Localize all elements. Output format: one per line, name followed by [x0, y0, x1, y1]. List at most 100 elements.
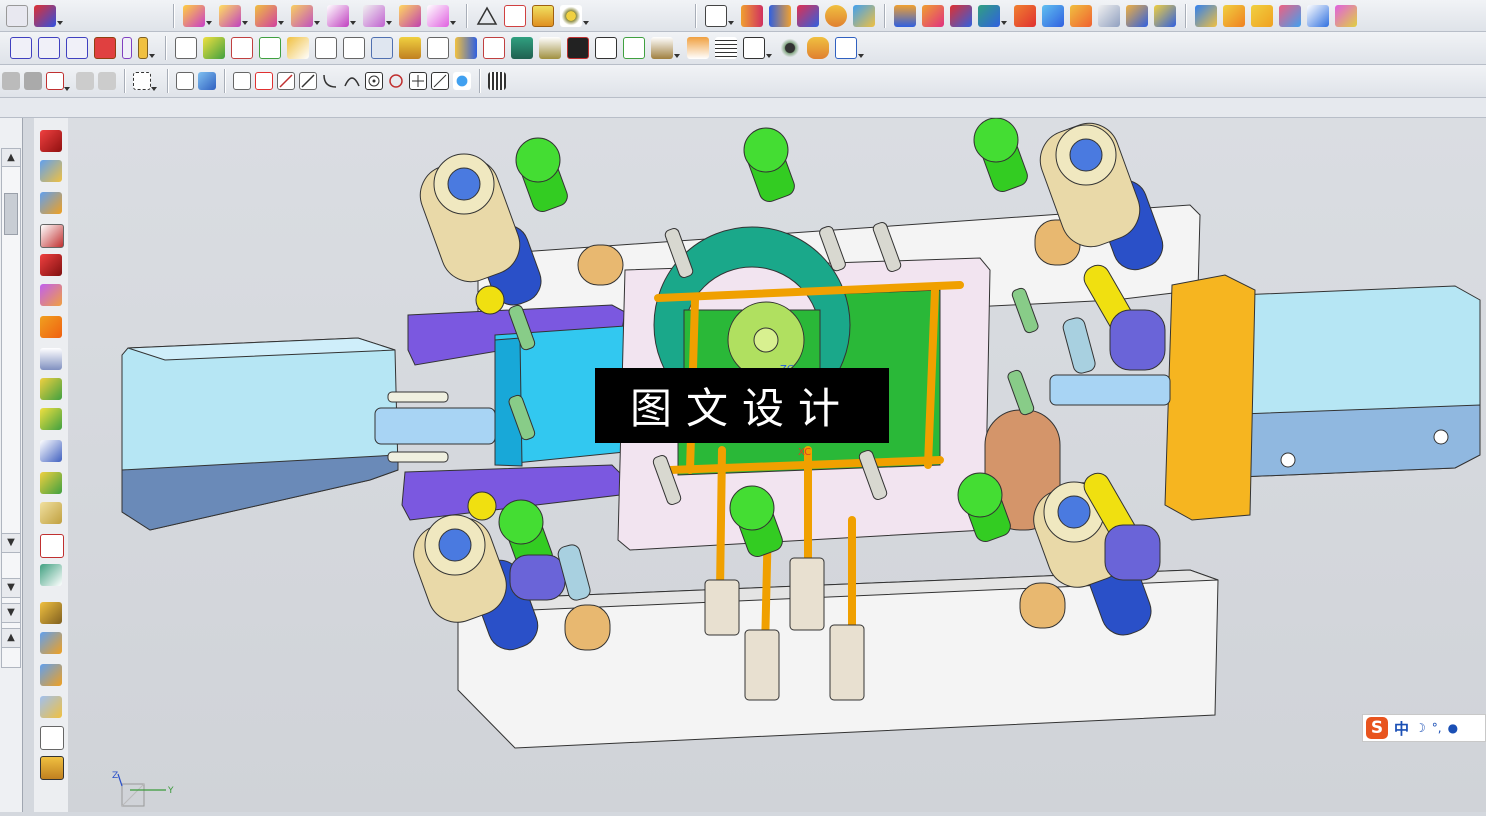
box-select-icon[interactable] [133, 72, 151, 90]
select-icon[interactable] [2, 72, 20, 90]
parts-list-icon[interactable] [175, 37, 197, 59]
dropdown-arrow[interactable] [64, 87, 70, 91]
table-icon[interactable] [504, 4, 526, 27]
view-icon[interactable] [176, 72, 194, 90]
edit-body-icon[interactable] [40, 472, 62, 494]
surface-patch-icon[interactable] [40, 284, 62, 306]
sheet-icon[interactable] [715, 37, 737, 59]
moon-icon[interactable]: ☽ [1415, 721, 1426, 735]
boolean-icon[interactable] [183, 4, 205, 27]
microphone-icon[interactable]: ● [1448, 721, 1458, 735]
triangle-icon[interactable] [476, 5, 498, 27]
bar-icon[interactable] [138, 37, 148, 59]
offset-icon[interactable] [950, 4, 972, 27]
mold-base-icon[interactable] [40, 160, 62, 182]
sketch-icon[interactable] [34, 4, 56, 27]
chamfer-icon[interactable] [399, 4, 421, 27]
layer-icon[interactable] [315, 37, 337, 59]
dropdown-arrow[interactable] [674, 54, 680, 58]
layer-sheet-icon[interactable] [40, 348, 62, 370]
blend-icon[interactable] [922, 4, 944, 27]
spacer-icon[interactable] [122, 37, 132, 59]
box-icon[interactable] [705, 4, 727, 27]
move-icon[interactable] [255, 72, 273, 90]
distribute-icon[interactable] [94, 37, 116, 59]
curve-icon[interactable] [321, 72, 339, 90]
dropdown-arrow[interactable] [206, 21, 212, 25]
body-icon[interactable] [1195, 4, 1217, 27]
align-center-icon[interactable] [38, 37, 60, 59]
material-icon[interactable] [40, 440, 62, 462]
dropdown-arrow[interactable] [57, 21, 63, 25]
cooling-icon[interactable] [40, 192, 62, 214]
sweep-icon[interactable] [853, 4, 875, 27]
trim-body-icon[interactable] [40, 664, 62, 686]
extend-icon[interactable] [1014, 4, 1036, 27]
graphics-viewport[interactable]: ZC XC [68, 118, 1486, 812]
spring-icon[interactable] [40, 408, 62, 430]
revolve-icon[interactable] [255, 4, 277, 27]
window-icon[interactable] [743, 37, 765, 59]
mold-icon[interactable] [1251, 4, 1273, 27]
right-cylinder-rod[interactable] [1049, 374, 1171, 406]
dropdown-arrow[interactable] [386, 21, 392, 25]
collapse-button[interactable]: ▼ [1, 603, 21, 623]
weld-icon[interactable] [483, 37, 505, 59]
pin-icon[interactable] [453, 72, 471, 90]
grid-dots-icon[interactable] [233, 72, 251, 90]
dropdown-arrow[interactable] [858, 54, 864, 58]
shell-icon[interactable] [327, 4, 349, 27]
electrode-icon[interactable] [40, 378, 62, 400]
trim-icon[interactable] [427, 4, 449, 27]
shaded-icon[interactable] [198, 72, 216, 90]
dropdown-arrow[interactable] [278, 21, 284, 25]
person-icon[interactable] [687, 37, 709, 59]
collapse-button[interactable]: ▼ [1, 578, 21, 598]
split-icon[interactable] [1070, 4, 1092, 27]
scroll-thumb[interactable] [4, 193, 18, 235]
measure-icon[interactable] [455, 37, 477, 59]
mirror-icon[interactable] [1042, 4, 1064, 27]
stack-icon[interactable] [399, 37, 421, 59]
ime-status-bar[interactable]: S 中 ☽ °, ● [1362, 714, 1486, 742]
dropdown-arrow[interactable] [450, 21, 456, 25]
grid-icon[interactable] [532, 4, 554, 27]
draft-icon[interactable] [363, 4, 385, 27]
section-icon[interactable] [40, 534, 64, 558]
bom-icon[interactable] [40, 696, 62, 718]
collapse-button[interactable]: ▲ [1, 628, 21, 648]
zoom-icon[interactable] [98, 72, 116, 90]
point-icon[interactable] [365, 72, 383, 90]
right-slider-block[interactable] [1164, 274, 1256, 521]
cone-feature-icon[interactable] [40, 316, 62, 338]
filter-icon[interactable] [488, 72, 506, 90]
sphere-icon[interactable] [797, 4, 819, 27]
cube-icon[interactable] [40, 130, 62, 152]
ejector-pin-icon[interactable] [40, 756, 64, 780]
pattern-icon[interactable] [560, 4, 582, 27]
layout-icon[interactable] [427, 37, 449, 59]
eye-icon[interactable] [779, 37, 801, 59]
arc-icon[interactable] [343, 72, 361, 90]
dropdown-arrow[interactable] [583, 21, 589, 25]
dropdown-arrow[interactable] [242, 21, 248, 25]
part-icon[interactable] [6, 4, 28, 27]
film-icon[interactable] [567, 37, 589, 59]
left-cylinder-rod[interactable] [374, 407, 496, 445]
pan-icon[interactable] [76, 72, 94, 90]
snap-icon[interactable] [24, 72, 42, 90]
rotate-icon[interactable] [46, 72, 64, 90]
assembly-icon[interactable] [287, 37, 309, 59]
patch-icon[interactable] [1126, 4, 1148, 27]
sew-icon[interactable] [1098, 4, 1120, 27]
torus-icon[interactable] [825, 4, 847, 27]
runner-icon[interactable] [40, 254, 62, 276]
dropdown-arrow[interactable] [1001, 21, 1007, 25]
drawing-icon[interactable] [40, 726, 64, 750]
circle-icon[interactable] [387, 72, 405, 90]
constraint-icon[interactable] [231, 37, 253, 59]
sogou-logo-icon[interactable]: S [1366, 717, 1388, 739]
align-right-icon[interactable] [66, 37, 88, 59]
anchor-icon[interactable] [651, 37, 673, 59]
drill-icon[interactable] [40, 632, 62, 654]
